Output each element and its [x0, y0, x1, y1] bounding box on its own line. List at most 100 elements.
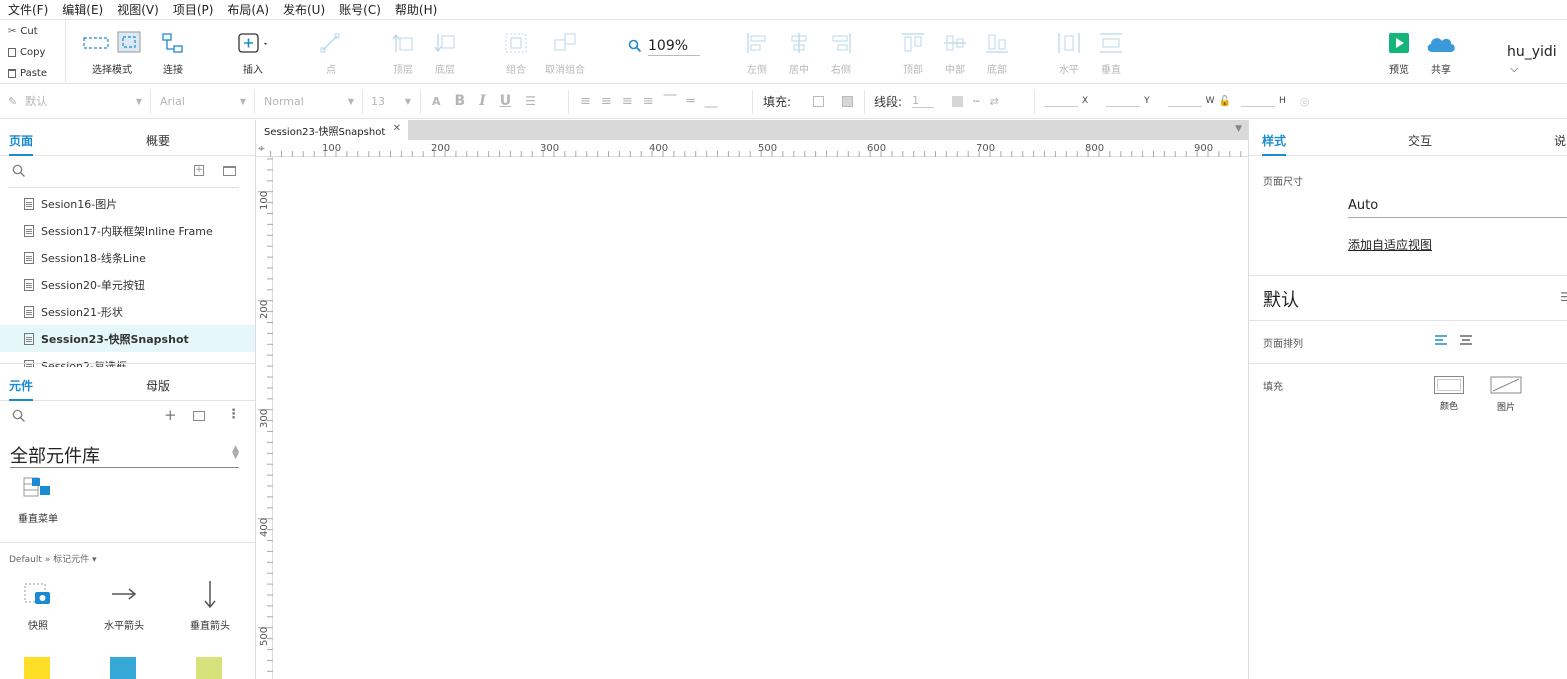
distribute-horizontal-button[interactable]: 水平: [1056, 20, 1082, 84]
style-name-title[interactable]: 默认: [1263, 286, 1299, 312]
paste-button[interactable]: Paste: [8, 66, 47, 80]
tab-style[interactable]: 样式: [1262, 132, 1286, 149]
font-size-select[interactable]: 13 ▼: [371, 84, 411, 118]
list-item-selected[interactable]: Session23-快照Snapshot: [0, 325, 255, 352]
stroke-color-swatch[interactable]: [952, 95, 964, 107]
align-top-button[interactable]: 顶部: [900, 20, 926, 84]
style-menu-icon[interactable]: ☰: [1560, 290, 1567, 304]
align-right-button[interactable]: 右侧: [828, 20, 854, 84]
tab-notes[interactable]: 说: [1554, 132, 1566, 149]
page-size-select[interactable]: Auto: [1348, 198, 1567, 218]
menu-layout[interactable]: 布局(A): [219, 1, 275, 19]
fill-color-swatch[interactable]: [813, 95, 825, 107]
bold-icon[interactable]: B: [455, 93, 466, 109]
sticky-note-yellow-icon[interactable]: [24, 657, 50, 679]
sticky-note-blue-icon[interactable]: [110, 657, 136, 679]
font-color-icon[interactable]: A: [432, 95, 441, 108]
add-folder-icon[interactable]: [223, 166, 236, 176]
style-select[interactable]: ✎ 默认 ▼: [8, 84, 142, 118]
tab-outline[interactable]: 概要: [146, 132, 170, 149]
list-item[interactable]: Sesion16-图片: [0, 190, 255, 217]
stroke-width-value[interactable]: 1: [912, 94, 935, 108]
add-library-icon[interactable]: +: [164, 406, 177, 424]
menu-edit[interactable]: 编辑(E): [54, 1, 109, 19]
user-menu[interactable]: hu_yidi ⌵: [1507, 44, 1567, 76]
select-mode-button[interactable]: 选择模式: [83, 20, 141, 84]
lock-icon[interactable]: 🔓: [1219, 96, 1231, 107]
menu-help[interactable]: 帮助(H): [387, 1, 443, 19]
library-stack-icon[interactable]: [193, 411, 205, 421]
h-input[interactable]: [1241, 95, 1276, 107]
menu-file[interactable]: 文件(F): [0, 1, 54, 19]
x-input[interactable]: [1044, 95, 1078, 107]
add-page-icon[interactable]: +: [194, 165, 204, 176]
y-input[interactable]: [1106, 95, 1141, 107]
menu-view[interactable]: 视图(V): [109, 1, 165, 19]
fill-color-button[interactable]: 颜色: [1432, 376, 1466, 412]
chevron-down-icon[interactable]: ▼: [1235, 124, 1242, 134]
align-text-left-icon[interactable]: ≡: [580, 94, 591, 109]
stroke-style-icon[interactable]: ┅: [973, 95, 980, 108]
valign-bottom-icon[interactable]: ⎽: [704, 94, 717, 109]
list-item[interactable]: Session17-内联框架Inline Frame: [0, 217, 255, 244]
search-icon[interactable]: [12, 409, 26, 426]
align-text-justify-icon[interactable]: ≡: [643, 94, 654, 109]
list-item[interactable]: Session18-线条Line: [0, 244, 255, 271]
cut-button[interactable]: ✂ Cut: [8, 24, 38, 38]
tab-pages[interactable]: 页面: [9, 132, 33, 149]
connect-button[interactable]: 连接: [158, 20, 188, 84]
font-family-select[interactable]: Arial ▼: [160, 84, 246, 118]
align-left-page-icon[interactable]: [1434, 333, 1448, 350]
fill-shadow-icon[interactable]: [842, 95, 854, 107]
menu-account[interactable]: 账号(C): [331, 1, 387, 19]
align-center-button[interactable]: 居中: [786, 20, 812, 84]
italic-icon[interactable]: I: [479, 93, 486, 109]
library-select[interactable]: 全部元件库 ▲ ▼: [10, 442, 239, 468]
widget-horizontal-arrow[interactable]: 水平箭头: [98, 580, 150, 632]
tab-interaction[interactable]: 交互: [1408, 132, 1432, 149]
align-bottom-button[interactable]: 底部: [984, 20, 1010, 84]
zoom-control[interactable]: 109%: [628, 38, 700, 56]
menu-project[interactable]: 项目(P): [165, 1, 220, 19]
copy-button[interactable]: Copy: [8, 45, 45, 59]
valign-middle-icon[interactable]: ═: [687, 94, 695, 109]
arrow-style-icon[interactable]: ⇄: [990, 95, 999, 108]
distribute-vertical-button[interactable]: 垂直: [1098, 20, 1124, 84]
tab-masters[interactable]: 母版: [146, 377, 170, 394]
close-icon[interactable]: ✕: [393, 123, 401, 134]
valign-top-icon[interactable]: ⎺: [664, 94, 677, 109]
add-adaptive-view-link[interactable]: 添加自适应视图: [1348, 236, 1432, 253]
menu-publish[interactable]: 发布(U): [275, 1, 331, 19]
underline-icon[interactable]: U: [500, 93, 511, 109]
w-input[interactable]: [1167, 95, 1202, 107]
design-canvas[interactable]: [273, 157, 1248, 679]
point-button[interactable]: 点: [318, 20, 344, 84]
more-vertical-icon[interactable]: ⋮: [227, 407, 240, 422]
send-bottom-button[interactable]: 底层: [432, 20, 458, 84]
eye-icon[interactable]: ◎: [1300, 95, 1310, 108]
sticky-note-green-icon[interactable]: [196, 657, 222, 679]
preview-button[interactable]: 预览: [1386, 20, 1412, 84]
search-icon[interactable]: [12, 164, 26, 181]
align-text-center-icon[interactable]: ≡: [601, 94, 612, 109]
list-item[interactable]: Session21-形状: [0, 298, 255, 325]
document-tab[interactable]: Session23-快照Snapshot ✕: [256, 120, 408, 140]
share-button[interactable]: 共享: [1424, 20, 1458, 84]
align-left-button[interactable]: 左侧: [744, 20, 770, 84]
widget-group-title[interactable]: Default » 标记元件 ▾: [9, 552, 97, 565]
align-middle-button[interactable]: 中部: [942, 20, 968, 84]
align-text-right-icon[interactable]: ≡: [622, 94, 633, 109]
insert-button[interactable]: 插入: [236, 20, 270, 84]
font-weight-select[interactable]: Normal ▼: [264, 84, 354, 118]
list-item[interactable]: Session20-单元按钮: [0, 271, 255, 298]
fill-image-button[interactable]: 图片: [1489, 376, 1523, 413]
widget-snapshot[interactable]: 快照: [15, 580, 61, 632]
bullet-list-icon[interactable]: ☰: [525, 94, 536, 108]
zoom-value[interactable]: 109%: [648, 38, 700, 56]
ungroup-button[interactable]: 取消组合: [543, 20, 587, 84]
widget-vertical-menu[interactable]: 垂直菜单: [10, 476, 66, 526]
align-center-page-icon[interactable]: [1459, 333, 1473, 350]
widget-vertical-arrow[interactable]: 垂直箭头: [184, 580, 236, 632]
tab-widgets[interactable]: 元件: [9, 377, 33, 394]
group-button[interactable]: 组合: [503, 20, 529, 84]
